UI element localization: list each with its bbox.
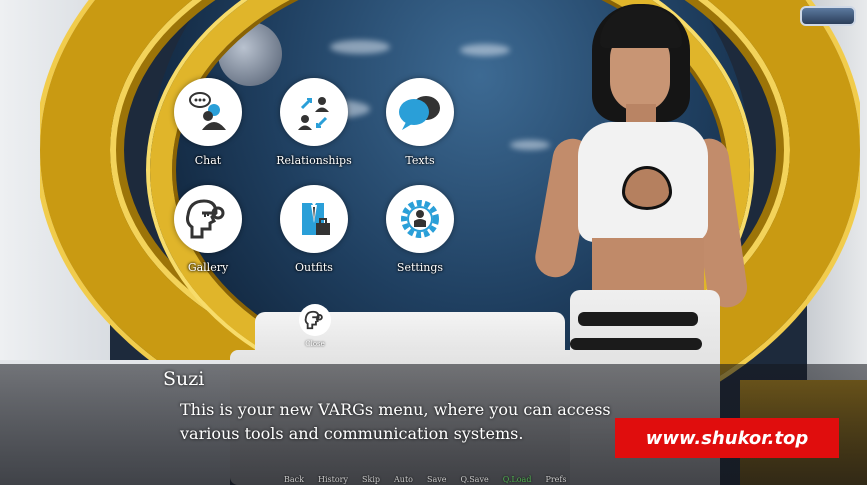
menu-label: Relationships <box>276 154 352 167</box>
outfit-suit-icon[interactable] <box>280 185 348 253</box>
head-key-icon[interactable] <box>174 185 242 253</box>
menu-item-texts[interactable]: Texts <box>365 78 475 167</box>
relationships-icon[interactable] <box>280 78 348 146</box>
quick-menu-auto[interactable]: Auto <box>394 475 413 484</box>
menu-label: Settings <box>396 261 444 274</box>
menu-label: Chat <box>194 154 222 167</box>
chat-person-icon[interactable] <box>174 78 242 146</box>
speech-bubbles-icon[interactable] <box>386 78 454 146</box>
watermark: www.shukor.top <box>615 418 839 458</box>
gear-person-icon[interactable] <box>386 185 454 253</box>
quick-menu: Back History Skip Auto Save Q.Save Q.Loa… <box>284 475 580 484</box>
quick-menu-back[interactable]: Back <box>284 475 304 484</box>
quick-menu-qload[interactable]: Q.Load <box>503 475 532 484</box>
quick-menu-save[interactable]: Save <box>427 475 447 484</box>
menu-item-outfits[interactable]: Outfits <box>259 185 369 274</box>
quick-menu-history[interactable]: History <box>318 475 348 484</box>
character-belt <box>578 312 698 326</box>
device-icon[interactable] <box>800 6 856 26</box>
menu-item-gallery[interactable]: Gallery <box>153 185 263 274</box>
menu-item-settings[interactable]: Settings <box>365 185 475 274</box>
menu-item-relationships[interactable]: Relationships <box>259 78 369 167</box>
quick-menu-skip[interactable]: Skip <box>362 475 380 484</box>
quick-menu-qsave[interactable]: Q.Save <box>461 475 489 484</box>
speaker-name: Suzi <box>163 368 205 390</box>
close-label: Close <box>305 340 325 348</box>
quick-menu-prefs[interactable]: Prefs <box>545 475 566 484</box>
character-belt <box>570 338 702 350</box>
character-midriff <box>592 238 704 296</box>
menu-item-chat[interactable]: Chat <box>153 78 263 167</box>
menu-label: Texts <box>405 154 435 167</box>
heart-cutout <box>622 166 672 210</box>
menu-label: Gallery <box>187 261 229 274</box>
close-menu-button[interactable]: Close <box>295 304 335 348</box>
head-key-icon[interactable] <box>299 304 331 336</box>
menu-label: Outfits <box>295 261 333 274</box>
